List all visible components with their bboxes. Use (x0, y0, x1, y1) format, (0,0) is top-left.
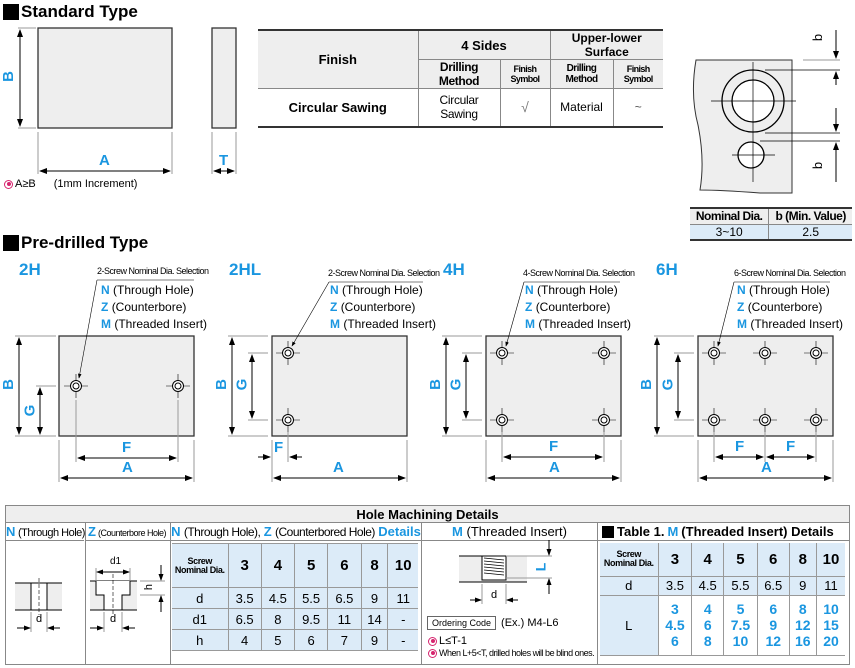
ordering-code-example: (Ex.) M4-L6 (501, 617, 559, 629)
nz-dia-8: 8 (360, 543, 389, 588)
t1-header-label: Screw Nominal Dia. (600, 543, 659, 577)
t1-dia-10: 10 (816, 543, 845, 577)
table1-m-details: Screw Nominal Dia. 3 4 5 6 8 10 d 3.5 4.… (600, 543, 845, 656)
z-dim-d: d (110, 613, 117, 625)
nz-details-table: Screw Nominal Dia. 3 4 5 6 8 10 d 3.5 4.… (172, 543, 418, 651)
t1-L-8: 8 12 16 (788, 594, 818, 656)
ordering-code-label: Ordering Code (427, 616, 497, 630)
note-pin-icon (428, 648, 437, 658)
m-dim-L: L (532, 562, 549, 572)
t1-L-10: 10 15 20 (816, 594, 845, 656)
ordering-note-2: When L+5<T, drilled holes will be blind … (428, 648, 595, 658)
t1-L-5: 5 7.5 10 (723, 594, 758, 656)
t1-dia-4: 4 (691, 543, 725, 577)
t1-L-4: 468 (691, 594, 725, 656)
nz-row-h: h 4 5 6 7 9 - (172, 629, 418, 651)
t1-dia-3: 3 (657, 543, 693, 577)
t1-L-6: 6 9 12 (756, 594, 790, 656)
m-threaded-insert-diagram (459, 540, 552, 604)
t1-row-d: d 3.5 4.5 5.5 6.5 9 11 (600, 575, 845, 596)
nz-dia-6: 6 (327, 543, 362, 588)
z-dim-d1: d1 (110, 556, 122, 567)
note-pin-icon (428, 636, 437, 646)
t1-dia-5: 5 (723, 543, 758, 577)
nz-header-label: Screw Nominal Dia. (172, 543, 229, 588)
z-dim-h: h (143, 583, 156, 591)
m-dim-d: d (491, 589, 498, 601)
nz-dia-10: 10 (387, 543, 418, 588)
nz-row-d: d 3.5 4.5 5.5 6.5 9 11 (172, 587, 418, 609)
nz-dia-4: 4 (260, 543, 296, 588)
t1-dia-8: 8 (788, 543, 818, 577)
t1-L-3: 3 4.5 6 (657, 594, 693, 656)
z-counterbore-diagram (90, 565, 165, 632)
n-dim-d: d (36, 613, 43, 625)
nz-dia-5: 5 (293, 543, 329, 588)
ordering-code-row: Ordering Code (Ex.) M4-L6 (427, 616, 559, 630)
nz-dia-3: 3 (227, 543, 262, 588)
ordering-note-1: L≤T-1 (428, 635, 467, 647)
nz-row-d1: d1 6.5 8 9.5 11 14 - (172, 608, 418, 630)
t1-row-L: L 3 4.5 6 468 5 7.5 10 6 9 12 8 12 16 10 15 20 (600, 594, 845, 656)
t1-dia-6: 6 (756, 543, 790, 577)
